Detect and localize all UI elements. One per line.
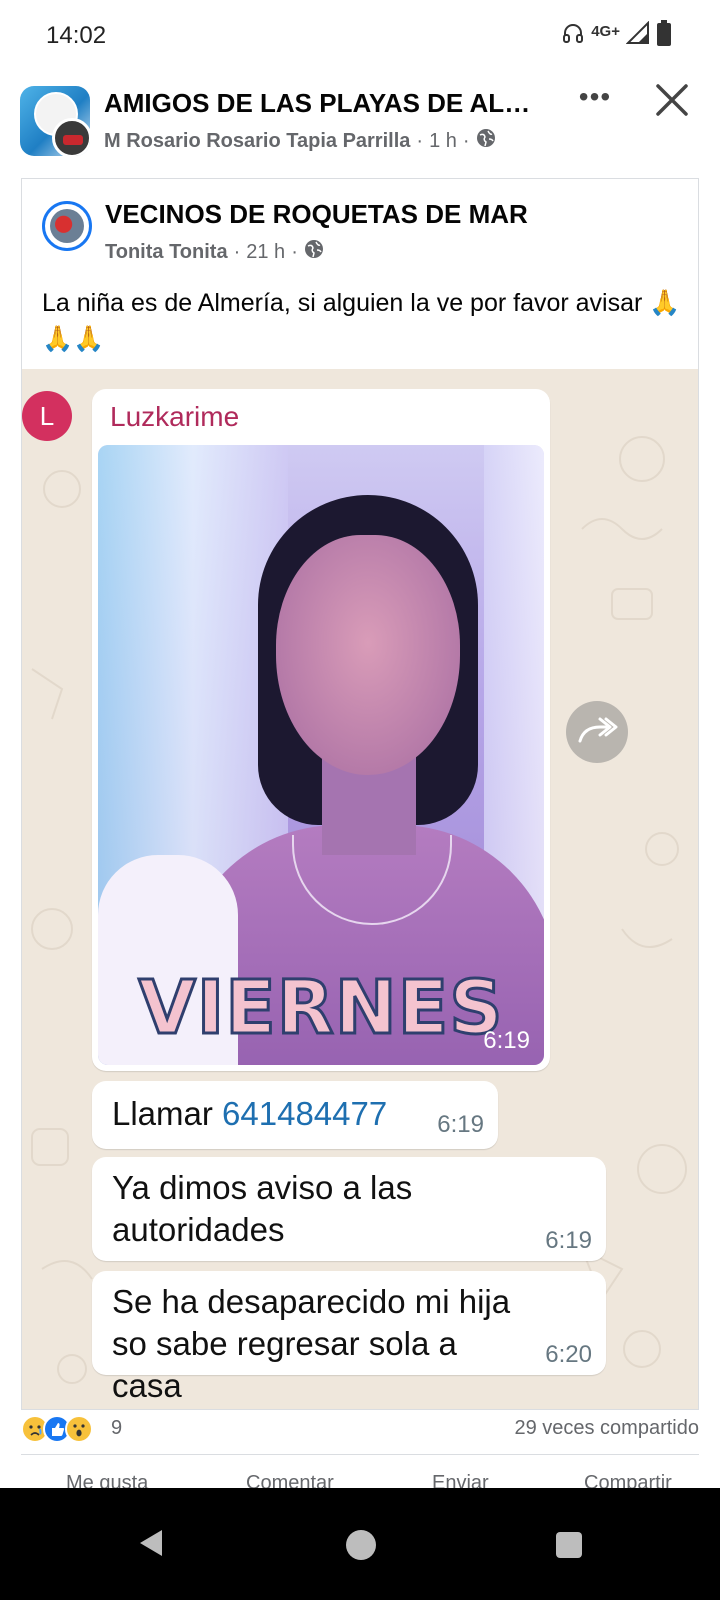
post-header: AMIGOS DE LAS PLAYAS DE ALM... M Rosario… xyxy=(0,80,720,164)
globe-icon xyxy=(476,128,496,154)
network-type: 4G+ xyxy=(591,23,620,40)
missing-girl-photo: VIERNES 6:19 xyxy=(98,445,544,1065)
message-time: 6:19 xyxy=(545,1227,592,1254)
reaction-count[interactable]: 9 xyxy=(111,1417,122,1440)
sender-avatar: L xyxy=(22,391,72,441)
message-bubble: Se ha desaparecido mi hija so sabe regre… xyxy=(92,1271,606,1404)
message-text: Ya dimos aviso a las autoridades xyxy=(112,1169,413,1248)
shared-page-avatar[interactable] xyxy=(42,201,92,251)
back-icon[interactable] xyxy=(136,1528,166,1563)
shared-page-name[interactable]: VECINOS DE ROQUETAS DE MAR xyxy=(105,199,528,230)
photo-time: 6:19 xyxy=(483,1027,530,1054)
status-icons: 4G+ xyxy=(561,20,672,51)
signal-icon xyxy=(625,20,650,50)
group-name[interactable]: AMIGOS DE LAS PLAYAS DE ALM... xyxy=(104,88,544,119)
author-name[interactable]: M Rosario Rosario Tapia Parrilla xyxy=(104,130,410,153)
post-time[interactable]: 1 h xyxy=(429,130,457,153)
divider xyxy=(21,1454,699,1455)
separator-dot: · xyxy=(233,240,241,263)
separator-dot: · xyxy=(416,129,424,152)
share-count[interactable]: 29 veces compartido xyxy=(514,1417,699,1440)
reactions-bar[interactable]: 9 29 veces compartido xyxy=(21,1415,699,1451)
system-navigation-bar xyxy=(0,1488,720,1600)
home-icon[interactable] xyxy=(346,1530,376,1560)
status-bar: 14:02 4G+ xyxy=(0,0,720,72)
shared-time[interactable]: 21 h xyxy=(246,241,285,264)
headphones-icon xyxy=(561,21,585,50)
separator-dot: · xyxy=(291,240,298,263)
message-prefix: Llamar xyxy=(112,1095,223,1132)
separator-dot: · xyxy=(462,129,470,152)
photo-caption: VIERNES xyxy=(137,964,504,1053)
more-options-button[interactable]: ••• xyxy=(574,82,616,118)
whatsapp-screenshot-image[interactable]: L Luzkarime VIERNES 6:19 Llamar 64148447… xyxy=(22,369,698,1409)
message-time: 6:20 xyxy=(545,1341,592,1368)
shared-post-text: La niña es de Almería, si alguien la ve … xyxy=(42,289,681,353)
message-bubble: Ya dimos aviso a las autoridades 6:19 xyxy=(92,1157,606,1261)
globe-icon xyxy=(304,239,324,265)
author-line: M Rosario Rosario Tapia Parrilla · 1 h · xyxy=(104,128,496,154)
recent-apps-icon[interactable] xyxy=(556,1532,582,1558)
status-time: 14:02 xyxy=(46,22,107,49)
reaction-emojis[interactable] xyxy=(21,1415,93,1443)
shared-author[interactable]: Tonita Tonita xyxy=(105,241,228,264)
message-time: 6:19 xyxy=(437,1111,484,1138)
battery-icon xyxy=(656,20,672,51)
shared-post-header: VECINOS DE ROQUETAS DE MAR Tonita Tonita… xyxy=(22,179,698,369)
phone-link: 641484477 xyxy=(222,1095,388,1132)
message-bubble: Llamar 641484477 6:19 xyxy=(92,1081,498,1149)
forward-icon xyxy=(566,701,628,763)
sender-name: Luzkarime xyxy=(110,401,240,432)
post-actions: Me gusta Comentar Enviar Compartir xyxy=(0,1470,720,1490)
close-icon[interactable] xyxy=(652,80,692,120)
wow-reaction-icon xyxy=(65,1415,93,1443)
shared-meta: Tonita Tonita · 21 h · xyxy=(105,239,324,265)
shared-post-card[interactable]: VECINOS DE ROQUETAS DE MAR Tonita Tonita… xyxy=(21,178,699,1410)
message-text: Llamar 641484477 xyxy=(112,1093,387,1135)
message-text: Se ha desaparecido mi hija so sabe regre… xyxy=(112,1283,511,1404)
group-avatar[interactable] xyxy=(20,86,90,156)
